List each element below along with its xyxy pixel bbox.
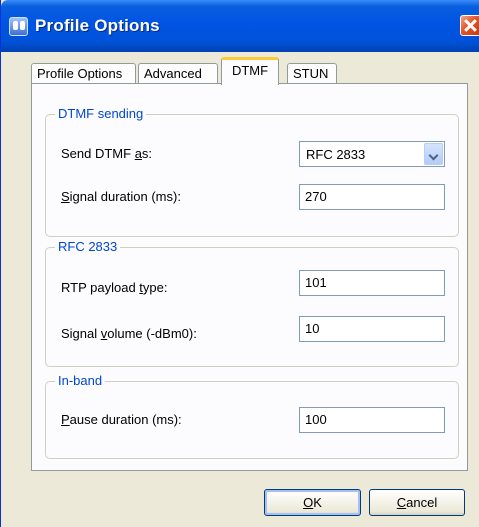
pause-duration-input[interactable]: 100 [299, 407, 445, 433]
rtp-payload-type-input[interactable]: 101 [299, 270, 445, 296]
tab-advanced[interactable]: Advanced [138, 63, 218, 84]
label-rtp-payload-type: RTP payload type: [61, 280, 168, 295]
group-title-dtmf-sending: DTMF sending [55, 106, 147, 121]
send-dtmf-as-value: RFC 2833 [306, 147, 366, 162]
send-dtmf-as-select[interactable]: RFC 2833 [299, 141, 445, 167]
close-button[interactable] [460, 15, 479, 36]
title-bar[interactable]: Profile Options [1, 0, 479, 52]
signal-duration-input[interactable]: 270 [299, 184, 445, 210]
group-dtmf-sending: DTMF sending Send DTMF as: RFC 2833 Sign… [45, 106, 459, 237]
dtmf-tab-panel: DTMF sending Send DTMF as: RFC 2833 Sign… [31, 83, 468, 471]
group-title-rfc-2833: RFC 2833 [55, 239, 121, 254]
chevron-down-icon[interactable] [424, 143, 443, 165]
cancel-button[interactable]: Cancel [369, 489, 465, 516]
label-signal-duration: Signal duration (ms): [61, 189, 181, 204]
label-signal-volume: Signal volume (-dBm0): [61, 326, 197, 341]
group-in-band: In-band Pause duration (ms): 100 [45, 373, 459, 459]
group-title-in-band: In-band [55, 373, 106, 388]
app-icon [9, 17, 28, 36]
ok-button[interactable]: OK [264, 489, 361, 516]
signal-volume-input[interactable]: 10 [299, 316, 445, 342]
tab-profile-options[interactable]: Profile Options [31, 63, 136, 84]
profile-options-dialog: Profile Options Profile Options Advanced… [0, 0, 479, 527]
label-send-dtmf-as: Send DTMF as: [61, 146, 153, 161]
group-rfc-2833: RFC 2833 RTP payload type: 101 Signal vo… [45, 239, 459, 367]
tab-stun[interactable]: STUN [287, 63, 337, 84]
label-pause-duration: Pause duration (ms): [61, 412, 182, 427]
window-title: Profile Options [35, 16, 160, 35]
tab-dtmf[interactable]: DTMF [221, 57, 279, 85]
